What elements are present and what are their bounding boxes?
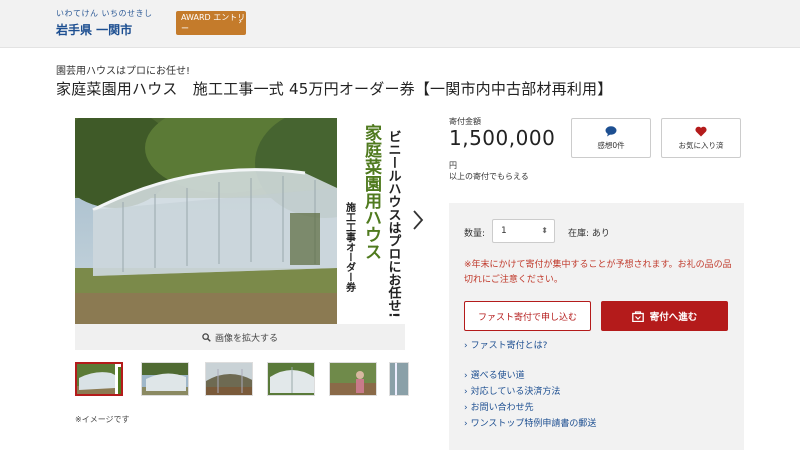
caption-line-2: 家庭菜園用ハウス (361, 123, 383, 260)
caption-line-1: ビニールハウスはプロにお任せ! (386, 130, 403, 318)
thumbnail-4[interactable] (267, 362, 315, 396)
fast-donate-button[interactable]: ファスト寄付で申し込む (464, 301, 591, 331)
stock-warning: ※年末にかけて寄付が集中することが予想されます。お礼の品の品切れにご注意ください… (464, 260, 732, 285)
region-name[interactable]: 岩手県 一関市 (56, 21, 153, 38)
region-link[interactable]: いわてけん いちのせきし 岩手県 一関市 (56, 8, 153, 38)
link-onestop-mail[interactable]: › ワンストップ特例申請書の郵送 (464, 416, 596, 429)
speech-bubble-icon (605, 125, 617, 136)
link-payment-methods[interactable]: › 対応している決済方法 (464, 384, 560, 397)
link-label: お問い合わせ先 (470, 403, 534, 413)
chevron-right-icon: › (238, 17, 242, 27)
currency-unit: 円 (449, 161, 457, 170)
stock-status: 在庫: あり (568, 229, 610, 239)
top-bar: いわてけん いちのせきし 岩手県 一関市 AWARD エントリー › (0, 0, 800, 48)
donation-amount: 1,500,000 (449, 126, 556, 150)
link-label: ワンストップ特例申請書の郵送 (470, 419, 597, 429)
quantity-value: 1 (501, 226, 507, 236)
region-ruby: いわてけん いちのせきし (56, 9, 153, 18)
proceed-donate-button[interactable]: 寄付へ進む (601, 301, 728, 331)
image-note: ※イメージです (75, 415, 130, 424)
fast-donate-label: ファスト寄付で申し込む (477, 312, 577, 323)
next-image-button[interactable] (408, 206, 428, 234)
link-label: 対応している決済方法 (470, 387, 561, 397)
main-product-image[interactable]: ビニールハウスはプロにお任せ! 家庭菜園用ハウス 施工工事オーダー券 (75, 118, 405, 324)
award-entry-button[interactable]: AWARD エントリー › (176, 11, 246, 35)
zoom-label: 画像を拡大する (214, 333, 278, 344)
link-label: 選べる使い道 (470, 371, 525, 381)
zoom-image-button[interactable]: 画像を拡大する (75, 324, 405, 350)
thumbnail-strip (75, 362, 410, 398)
chevron-right-icon: › (464, 403, 468, 413)
product-catchphrase: 園芸用ハウスはプロにお任せ! (56, 66, 191, 77)
chevron-right-icon: › (464, 387, 468, 397)
proceed-donate-label: 寄付へ進む (649, 312, 698, 323)
select-caret-icon: ⬍ (541, 226, 548, 235)
chevron-right-icon: › (464, 341, 468, 351)
award-label: AWARD エントリー (181, 13, 246, 33)
page-title: 家庭菜園用ハウス 施工工事一式 45万円オーダー券【一関市内中古部材再利用】 (56, 80, 613, 98)
cart-icon (631, 310, 644, 322)
thumbnail-3[interactable] (205, 362, 253, 396)
chevron-right-icon (413, 210, 424, 230)
heart-icon (695, 126, 707, 136)
thumbnail-2[interactable] (141, 362, 189, 396)
thumbnail-6[interactable] (389, 362, 409, 396)
chevron-right-icon: › (464, 419, 468, 429)
thumbnail-1[interactable] (75, 362, 123, 396)
impressions-label: 感想0件 (597, 140, 625, 150)
link-contact[interactable]: › お問い合わせ先 (464, 400, 534, 413)
quantity-label: 数量: (464, 229, 486, 239)
amount-note: 以上の寄付でもらえる (449, 172, 529, 181)
link-label: ファスト寄付とは? (470, 341, 548, 351)
impressions-button[interactable]: 感想0件 (571, 118, 651, 158)
chevron-right-icon: › (464, 371, 468, 381)
favorite-button[interactable]: お気に入り済 (661, 118, 741, 158)
favorite-label: お気に入り済 (678, 140, 724, 150)
link-usage-choices[interactable]: › 選べる使い道 (464, 368, 525, 381)
link-fast-donate-about[interactable]: › ファスト寄付とは? (464, 338, 547, 351)
greenhouse-photo: ビニールハウスはプロにお任せ! 家庭菜園用ハウス 施工工事オーダー券 (75, 118, 405, 324)
thumbnail-5[interactable] (329, 362, 377, 396)
quantity-select[interactable]: 1 ⬍ (492, 219, 555, 243)
magnifier-icon (202, 332, 211, 342)
